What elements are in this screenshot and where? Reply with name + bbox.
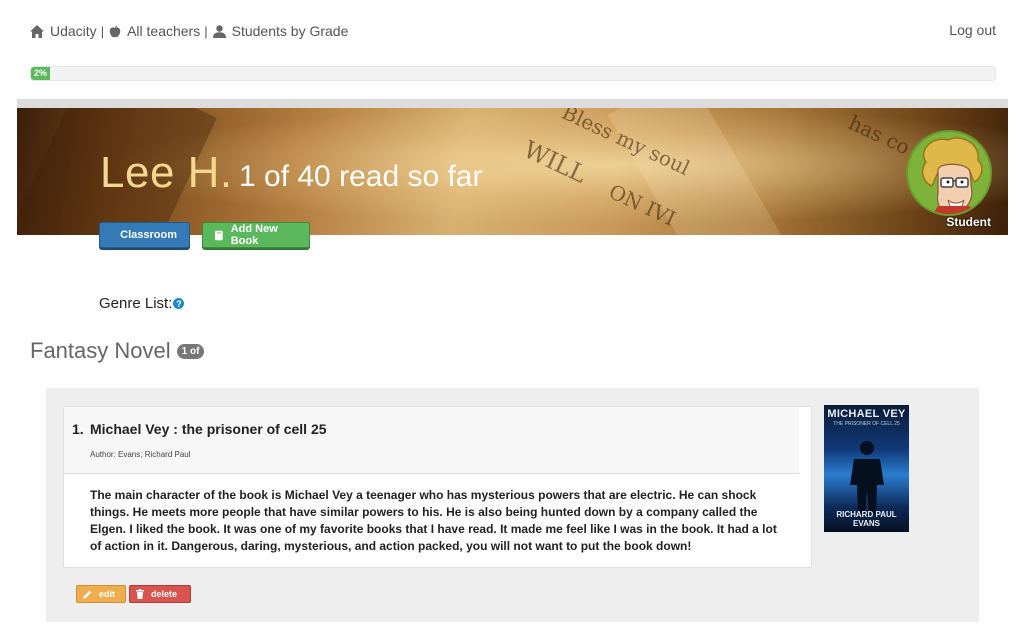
banner-book-text: has co bbox=[844, 110, 914, 160]
reading-progress-bar: 2% bbox=[30, 66, 996, 81]
add-new-book-button-label: Add New Book bbox=[230, 223, 278, 247]
book-card-header: 1. Michael Vey : the prisoner of cell 25… bbox=[64, 407, 799, 474]
book-card: 1. Michael Vey : the prisoner of cell 25… bbox=[63, 406, 812, 568]
book-icon bbox=[215, 230, 223, 240]
logout-link[interactable]: Log out bbox=[949, 22, 996, 38]
apple-icon bbox=[109, 24, 121, 37]
book-list-panel: 1. Michael Vey : the prisoner of cell 25… bbox=[46, 388, 979, 622]
book-cover-image: MICHAEL VEY THE PRISONER OF CELL 25 RICH… bbox=[824, 405, 909, 532]
nav-grade-label: Students by Grade bbox=[231, 23, 349, 39]
student-avatar bbox=[906, 130, 992, 216]
nav-teachers-label: All teachers bbox=[127, 23, 201, 39]
book-number: 1. bbox=[72, 421, 84, 437]
avatar-role-label: Student bbox=[946, 215, 991, 229]
trash-icon bbox=[136, 589, 144, 599]
delete-button-label: delete bbox=[151, 589, 178, 599]
user-icon bbox=[212, 24, 226, 38]
edit-book-button[interactable]: edit bbox=[76, 585, 126, 603]
genre-section-title: Fantasy Novel 1 of bbox=[30, 338, 205, 364]
cartoon-avatar-icon bbox=[921, 137, 983, 214]
genre-name: Fantasy Novel bbox=[30, 338, 171, 363]
books-read-count: 1 of 40 read so far bbox=[239, 160, 483, 193]
genre-count-badge: 1 of bbox=[176, 343, 205, 359]
book-title: Michael Vey : the prisoner of cell 25 bbox=[90, 421, 327, 437]
add-new-book-button[interactable]: Add New Book bbox=[202, 222, 310, 248]
cover-figure-icon bbox=[850, 441, 884, 515]
banner-book-text: WILL bbox=[519, 135, 591, 189]
pencil-icon bbox=[83, 590, 92, 599]
progress-fill: 2% bbox=[31, 67, 51, 80]
nav-home-label: Udacity bbox=[50, 23, 97, 39]
cover-title: MICHAEL VEY bbox=[827, 408, 906, 420]
help-icon[interactable]: ? bbox=[173, 298, 185, 309]
nav-grade-link[interactable]: Students by Grade bbox=[212, 23, 349, 39]
home-icon bbox=[30, 24, 44, 38]
genre-list: Genre List: ? bbox=[99, 295, 185, 312]
divider-band bbox=[17, 99, 1008, 108]
nav-separator: | bbox=[204, 23, 208, 39]
nav-separator: | bbox=[100, 23, 105, 39]
nav-teachers-link[interactable]: All teachers bbox=[109, 23, 200, 39]
cover-author: RICHARD PAUL EVANS bbox=[836, 510, 897, 528]
book-author: Author: Evans, Richard Paul bbox=[90, 450, 191, 459]
top-nav: Udacity | All teachers | Students by Gra… bbox=[30, 22, 348, 40]
delete-book-button[interactable]: delete bbox=[129, 585, 191, 603]
student-banner: Bless my soul WILL has co ON IVI Lee H. … bbox=[17, 108, 1008, 235]
genre-list-label: Genre List: bbox=[99, 295, 173, 312]
cover-subtitle: THE PRISONER OF CELL 25 bbox=[833, 421, 900, 427]
edit-button-label: edit bbox=[99, 589, 116, 599]
nav-home-link[interactable]: Udacity bbox=[30, 23, 97, 39]
book-review: The main character of the book is Michae… bbox=[90, 488, 777, 553]
classroom-button[interactable]: Classroom bbox=[99, 222, 190, 248]
student-name: Lee H. bbox=[100, 148, 233, 197]
classroom-button-label: Classroom bbox=[120, 229, 177, 241]
banner-light-decoration bbox=[608, 108, 796, 235]
